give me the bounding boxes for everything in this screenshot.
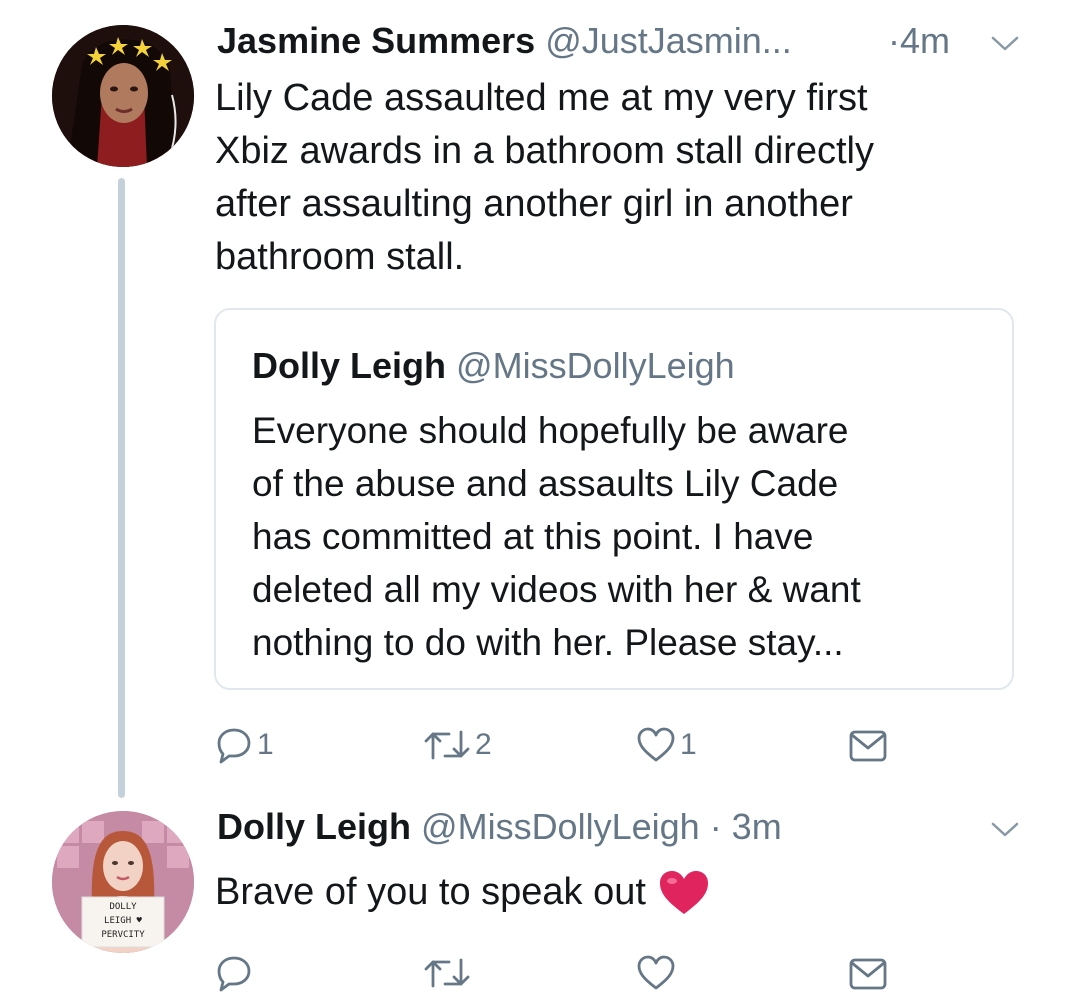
- tweet-time[interactable]: ·4m: [888, 19, 950, 63]
- direct-message-button[interactable]: [848, 956, 888, 992]
- avatar-dolly-leigh[interactable]: DOLLY LEIGH ♥ PERVCITY: [52, 811, 194, 953]
- tweet-body: Brave of you to speak out: [215, 866, 710, 919]
- quoted-line: deleted all my videos with her & want: [252, 569, 861, 610]
- retweet-icon: [424, 730, 470, 760]
- reply-icon: [217, 956, 251, 992]
- tweet-line: after assaulting another girl in another: [215, 183, 853, 225]
- quoted-line: of the abuse and assaults Lily Cade: [252, 463, 839, 504]
- thread-line: [118, 178, 125, 798]
- avatar-sign-text: DOLLY: [109, 902, 137, 912]
- tweet-body: Lily Cade assaulted me at my very first …: [215, 72, 874, 284]
- tweet-actions: [0, 948, 1067, 1008]
- tweet-actions: 1 2 1: [0, 718, 1067, 778]
- chevron-down-icon[interactable]: [990, 820, 1020, 840]
- author-name[interactable]: Dolly Leigh: [217, 806, 411, 847]
- reply-count: 1: [257, 728, 274, 761]
- like-icon: [637, 727, 675, 762]
- reply-button[interactable]: [215, 954, 253, 992]
- like-icon: [637, 955, 675, 990]
- avatar-jasmine-summers[interactable]: [52, 25, 194, 167]
- tweet-header: Jasmine Summers @JustJasmin...: [217, 19, 792, 63]
- like-button[interactable]: [636, 954, 676, 992]
- author-handle[interactable]: @JustJasmin...: [545, 20, 792, 61]
- heart-emoji-icon: [659, 870, 708, 914]
- quoted-line: nothing to do with her. Please stay...: [252, 622, 844, 663]
- tweet-line: Brave of you to speak out: [215, 871, 646, 913]
- quoted-tweet-header: Dolly Leigh @MissDollyLeigh: [252, 344, 735, 388]
- reply-icon: [217, 728, 251, 764]
- quoted-line: Everyone should hopefully be aware: [252, 410, 849, 451]
- author-name[interactable]: Jasmine Summers: [217, 20, 535, 61]
- like-count: 1: [680, 728, 697, 761]
- avatar-image: [52, 25, 194, 167]
- quoted-author-handle: @MissDollyLeigh: [456, 345, 735, 386]
- timestamp[interactable]: · 3m: [710, 806, 782, 847]
- tweet-line: Xbiz awards in a bathroom stall directly: [215, 130, 874, 172]
- svg-text:PERVCITY: PERVCITY: [101, 930, 145, 940]
- quoted-line: has committed at this point. I have: [252, 516, 814, 557]
- quoted-author-name: Dolly Leigh: [252, 345, 447, 386]
- timestamp[interactable]: ·4m: [888, 20, 950, 61]
- retweet-count: 2: [475, 728, 492, 761]
- quoted-tweet[interactable]: Dolly Leigh @MissDollyLeigh Everyone sho…: [214, 308, 1014, 690]
- tweet-line: Lily Cade assaulted me at my very first: [215, 77, 868, 119]
- retweet-button[interactable]: [423, 954, 471, 992]
- avatar-image: DOLLY LEIGH ♥ PERVCITY: [52, 811, 194, 953]
- reply-button[interactable]: 1: [215, 726, 274, 764]
- retweet-button[interactable]: 2: [423, 726, 492, 764]
- chevron-down-icon[interactable]: [990, 34, 1020, 54]
- tweet-header: Dolly Leigh @MissDollyLeigh · 3m: [217, 805, 782, 849]
- like-button[interactable]: 1: [636, 726, 697, 764]
- tweet-line: bathroom stall.: [215, 236, 465, 278]
- direct-message-button[interactable]: [848, 728, 888, 764]
- retweet-icon: [424, 958, 470, 988]
- direct-message-icon: [849, 730, 887, 762]
- author-handle[interactable]: @MissDollyLeigh: [421, 806, 700, 847]
- direct-message-icon: [849, 958, 887, 990]
- svg-text:LEIGH ♥: LEIGH ♥: [104, 916, 143, 926]
- quoted-tweet-body: Everyone should hopefully be aware of th…: [252, 404, 861, 669]
